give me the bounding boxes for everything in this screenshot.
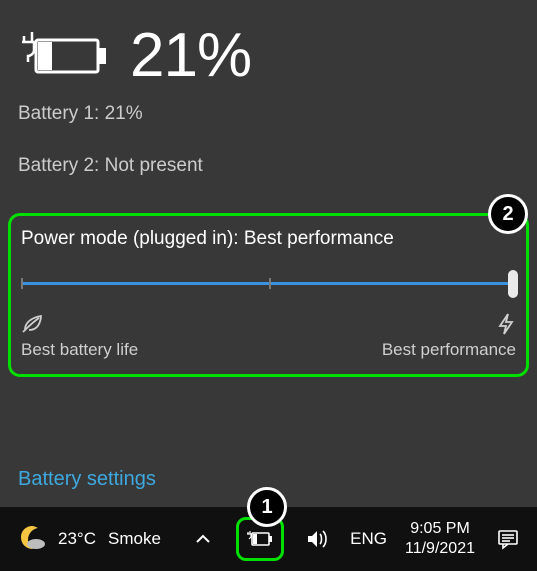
weather-temp: 23°C	[58, 529, 96, 549]
slider-left-label: Best battery life	[21, 340, 138, 360]
tray-clock[interactable]: 9:05 PM 11/9/2021	[405, 519, 475, 559]
battery-flyout: 21% Battery 1: 21% Battery 2: Not presen…	[0, 0, 537, 507]
weather-condition: Smoke	[108, 529, 161, 549]
tray-language[interactable]: ENG	[350, 529, 387, 549]
taskbar-weather[interactable]: 23°C Smoke	[0, 526, 188, 552]
tray-overflow-button[interactable]	[188, 524, 218, 554]
tray-time: 9:05 PM	[410, 519, 470, 539]
battery-charging-icon	[18, 32, 108, 80]
system-tray: ENG 9:05 PM 11/9/2021	[188, 517, 537, 561]
annotation-badge-1: 1	[247, 487, 287, 527]
annotation-badge-2: 2	[488, 194, 528, 234]
power-mode-slider[interactable]	[21, 274, 516, 302]
tray-volume-icon[interactable]	[302, 524, 332, 554]
slider-labels: Best battery life Best performance	[21, 312, 516, 360]
leaf-icon	[21, 312, 45, 334]
tray-notifications-icon[interactable]	[493, 524, 523, 554]
power-mode-label: Power mode (plugged in): Best performanc…	[21, 228, 516, 250]
slider-tick	[269, 278, 271, 289]
slider-end-right: Best performance	[382, 312, 516, 360]
power-mode-panel: 2 Power mode (plugged in): Best performa…	[8, 213, 529, 377]
battery-header: 21%	[0, 0, 537, 97]
slider-end-left: Best battery life	[21, 312, 138, 360]
tray-date: 11/9/2021	[405, 539, 475, 559]
lightning-icon	[496, 312, 516, 334]
battery-2-status: Battery 2: Not present	[0, 149, 537, 183]
battery-1-status: Battery 1: 21%	[0, 97, 537, 131]
battery-settings-link[interactable]: Battery settings	[18, 468, 156, 491]
slider-right-label: Best performance	[382, 340, 516, 360]
battery-percentage: 21%	[130, 20, 251, 91]
weather-icon	[20, 526, 46, 552]
slider-tick	[21, 278, 23, 289]
slider-thumb[interactable]	[508, 270, 518, 298]
